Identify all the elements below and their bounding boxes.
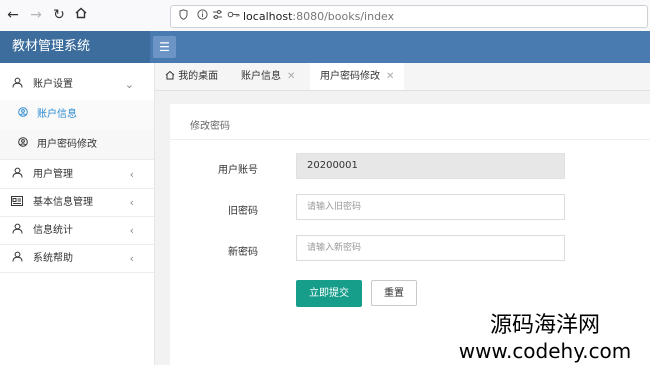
old-password-input[interactable]: 请输入旧密码	[296, 194, 565, 220]
url-path: :8080/books/index	[292, 10, 395, 23]
sidebar-item-user-management[interactable]: 用户管理 ‹	[0, 161, 154, 189]
url-text: localhost:8080/books/index	[243, 10, 394, 23]
info-icon[interactable]	[197, 9, 208, 23]
user-circle-icon	[18, 130, 28, 160]
submit-button[interactable]: 立即提交	[296, 280, 362, 307]
close-icon[interactable]: ✕	[386, 71, 394, 82]
reset-button[interactable]: 重置	[371, 280, 417, 306]
user-icon	[10, 161, 24, 189]
user-icon	[10, 71, 24, 99]
tab-label: 账户信息	[241, 71, 281, 82]
arrow-left-icon[interactable]: ←	[4, 6, 22, 24]
url-host: localhost	[243, 10, 293, 23]
sidebar-item-password-change[interactable]: 用户密码修改	[0, 130, 154, 160]
new-password-input[interactable]: 请输入新密码	[296, 235, 565, 261]
sidebar-item-label: 信息统计	[33, 225, 73, 236]
sidebar-item-label: 基本信息管理	[33, 197, 93, 208]
address-bar[interactable]: localhost:8080/books/index	[170, 5, 648, 28]
sidebar-item-label: 用户密码修改	[37, 139, 97, 150]
reload-icon[interactable]: ↻	[50, 6, 68, 24]
sidebar-item-label: 账户信息	[37, 109, 77, 120]
key-icon	[227, 9, 240, 23]
app-title: 教材管理系统	[0, 31, 150, 63]
tab-label: 用户密码修改	[320, 71, 380, 82]
sidebar-item-label: 系统帮助	[33, 253, 73, 264]
new-password-label: 新密码	[228, 247, 258, 258]
sidebar-item-statistics[interactable]: 信息统计 ‹	[0, 217, 154, 245]
user-circle-icon	[18, 100, 28, 130]
arrow-right-icon[interactable]: →	[27, 6, 45, 24]
browser-toolbar: ← → ↻ localhost:8080/books/index	[0, 0, 650, 32]
chevron-left-icon: ‹	[129, 168, 134, 181]
close-icon[interactable]: ✕	[287, 71, 295, 82]
panel-title: 修改密码	[190, 121, 230, 132]
tab-label: 我的桌面	[178, 71, 219, 82]
tab-password-change[interactable]: 用户密码修改 ✕	[310, 63, 405, 90]
home-icon	[165, 70, 175, 82]
chevron-left-icon: ‹	[129, 252, 134, 265]
sidebar-item-label: 用户管理	[33, 169, 73, 180]
sidebar-item-label: 账户设置	[33, 79, 73, 90]
watermark-line2: www.codehy.com	[458, 339, 632, 363]
account-label: 用户账号	[218, 165, 258, 176]
sidebar-item-basic-info[interactable]: 基本信息管理 ‹	[0, 189, 154, 217]
sidebar-item-account-info[interactable]: 账户信息	[0, 100, 154, 130]
tab-account-info[interactable]: 账户信息 ✕	[241, 63, 295, 90]
chevron-left-icon: ‹	[129, 196, 134, 209]
home-icon[interactable]	[72, 6, 90, 24]
account-field: 20200001	[296, 153, 565, 179]
tab-my-desktop[interactable]: 我的桌面	[165, 63, 218, 90]
user-icon	[10, 245, 24, 273]
sidebar-item-account-settings[interactable]: 账户设置 ⌄	[0, 71, 154, 99]
user-icon	[10, 217, 24, 245]
chevron-left-icon: ‹	[129, 224, 134, 237]
hamburger-icon[interactable]: ☰	[153, 36, 176, 58]
shield-icon	[179, 9, 188, 23]
sidebar-item-help[interactable]: 系统帮助 ‹	[0, 245, 154, 273]
tab-bar: 我的桌面 账户信息 ✕ 用户密码修改 ✕	[155, 63, 650, 91]
divider	[170, 139, 650, 140]
permissions-icon[interactable]	[212, 9, 223, 23]
watermark-line1: 源码海洋网	[489, 313, 600, 338]
app-header: 教材管理系统 ☰	[0, 31, 650, 63]
chevron-down-icon: ⌄	[124, 78, 134, 91]
id-card-icon	[10, 189, 24, 217]
old-password-label: 旧密码	[228, 206, 258, 217]
watermark: 源码海洋网 www.codehy.com	[440, 313, 650, 363]
sidebar: 账户设置 ⌄ 账户信息 用户密码修改 用户管理 ‹ 基本信息管理 ‹ 信息统计 …	[0, 63, 155, 365]
